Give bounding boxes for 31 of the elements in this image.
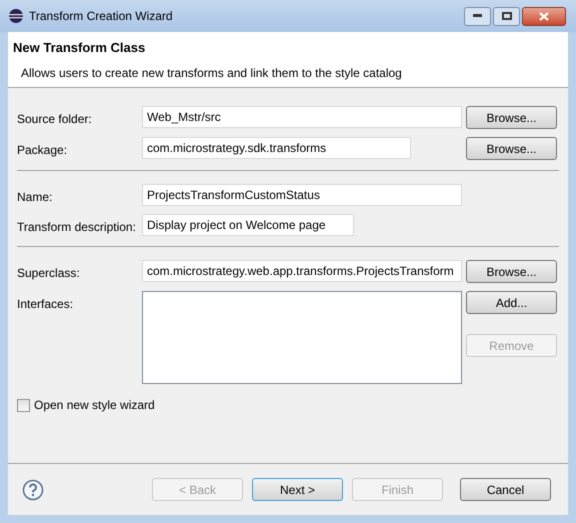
- close-button[interactable]: [522, 6, 566, 26]
- text-field[interactable]: Web_Mstr/src: [142, 106, 462, 128]
- dialog-button[interactable]: Browse...: [466, 260, 557, 283]
- text-field[interactable]: com.microstrategy.sdk.transforms: [142, 137, 411, 159]
- field-label: Name:: [17, 189, 54, 206]
- dialog-button[interactable]: Add...: [466, 291, 557, 314]
- checkbox[interactable]: [17, 398, 30, 412]
- dialog-button[interactable]: Browse...: [466, 106, 557, 129]
- close-icon: [539, 12, 549, 20]
- checkbox-label: Open new style wizard: [34, 397, 155, 414]
- eclipse-logo-icon: [8, 8, 24, 24]
- maximize-button[interactable]: [493, 6, 520, 26]
- field-label: Package:: [17, 142, 68, 159]
- page-title: New Transform Class: [13, 39, 146, 57]
- field-label: Source folder:: [17, 111, 93, 128]
- text-field[interactable]: ProjectsTransformCustomStatus: [142, 184, 462, 206]
- dialog-button[interactable]: Cancel: [460, 478, 551, 501]
- text-field[interactable]: Display project on Welcome page: [142, 214, 354, 236]
- minimize-icon: [473, 14, 482, 18]
- field-label: Transform description:: [17, 219, 137, 236]
- text-field[interactable]: com.microstrategy.web.app.transforms.ProjectsTransform: [142, 260, 462, 282]
- field-label: Interfaces:: [17, 296, 74, 313]
- page-description: Allows users to create new transforms and link them to the style catalog: [21, 64, 403, 82]
- dialog-button[interactable]: Browse...: [466, 137, 557, 160]
- window-title: Transform Creation Wizard: [29, 8, 173, 25]
- minimize-button[interactable]: [464, 6, 491, 26]
- maximize-icon: [502, 12, 512, 20]
- help-icon[interactable]: [22, 478, 44, 500]
- dialog-button[interactable]: Next >: [252, 478, 343, 501]
- interfaces-list[interactable]: [142, 291, 462, 384]
- field-label: Superclass:: [17, 265, 81, 282]
